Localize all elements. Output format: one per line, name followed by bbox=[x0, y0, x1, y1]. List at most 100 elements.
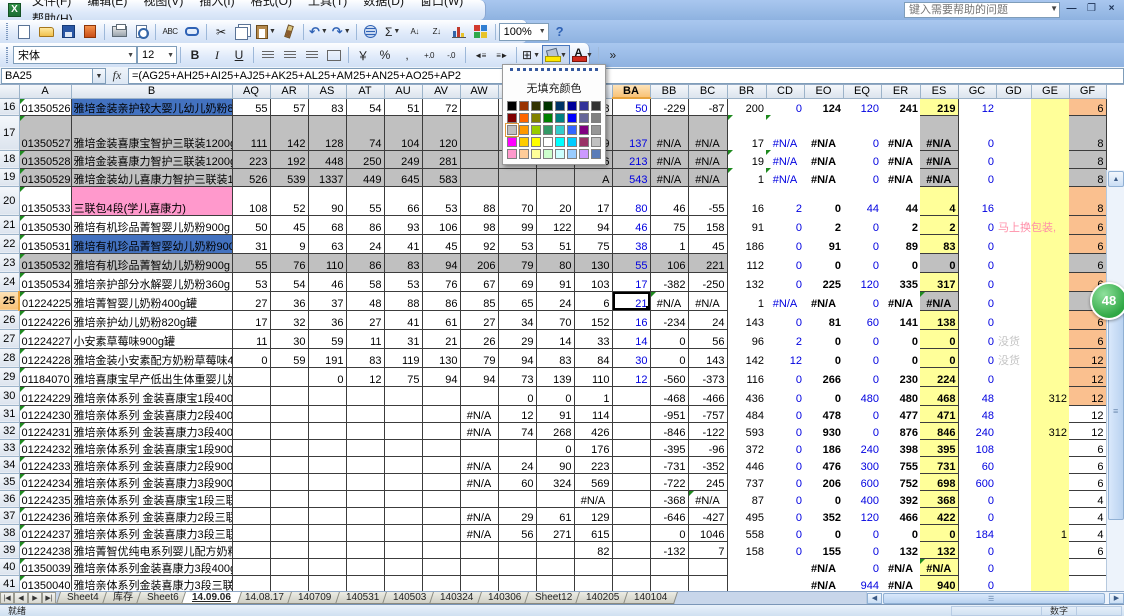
cell-GE24[interactable] bbox=[1031, 272, 1069, 291]
cell-AY35[interactable]: 324 bbox=[536, 473, 574, 490]
column-header-AW[interactable]: AW bbox=[460, 85, 498, 98]
cell-BR24[interactable]: 132 bbox=[727, 272, 766, 291]
cell-AQ36[interactable] bbox=[232, 490, 270, 507]
cell-ER34[interactable]: 755 bbox=[881, 456, 920, 473]
cell-AT35[interactable] bbox=[346, 473, 384, 490]
cell-BC26[interactable]: 24 bbox=[688, 310, 727, 329]
cell-BR26[interactable]: 143 bbox=[727, 310, 766, 329]
cell-GD16[interactable] bbox=[996, 98, 1031, 115]
decrease-indent-button[interactable]: ◄≡ bbox=[469, 45, 491, 65]
cell-CD23[interactable]: 0 bbox=[766, 253, 804, 272]
cell-EQ16[interactable]: 120 bbox=[843, 98, 881, 115]
cell-CD38[interactable]: 0 bbox=[766, 524, 804, 541]
cell-CD17[interactable]: #N/A bbox=[766, 115, 804, 150]
cell-EO33[interactable]: 186 bbox=[804, 439, 843, 456]
cell-A35[interactable]: 01224234 bbox=[19, 473, 71, 490]
font-combo[interactable]: 宋体▼ bbox=[13, 46, 137, 64]
cell-AT17[interactable]: 74 bbox=[346, 115, 384, 150]
cell-GF38[interactable]: 4 bbox=[1069, 524, 1106, 541]
cell-ER35[interactable]: 752 bbox=[881, 473, 920, 490]
cell-CD36[interactable]: 0 bbox=[766, 490, 804, 507]
cell-AT23[interactable]: 86 bbox=[346, 253, 384, 272]
cell-GF20[interactable]: 8 bbox=[1069, 186, 1106, 215]
cell-AX27[interactable]: 29 bbox=[498, 329, 536, 348]
cell-GF27[interactable]: 6 bbox=[1069, 329, 1106, 348]
cell-AZ21[interactable]: 94 bbox=[574, 215, 612, 234]
cell-BB19[interactable]: #N/A bbox=[650, 168, 688, 186]
cell-BC40[interactable] bbox=[688, 558, 727, 575]
cell-AR32[interactable] bbox=[270, 422, 308, 439]
cell-AW38[interactable]: #N/A bbox=[460, 524, 498, 541]
borders-button[interactable]: ⊞▼ bbox=[520, 45, 542, 65]
cell-EQ20[interactable]: 44 bbox=[843, 186, 881, 215]
cell-EQ29[interactable]: 0 bbox=[843, 367, 881, 386]
cell-GC17[interactable]: 0 bbox=[958, 115, 996, 150]
cell-AV41[interactable] bbox=[422, 575, 460, 591]
zoom-combo[interactable]: 100%▼ bbox=[499, 23, 549, 41]
palette-color-swatch[interactable] bbox=[579, 101, 589, 111]
row-header-37[interactable]: 37 bbox=[0, 507, 19, 524]
cell-GC38[interactable]: 184 bbox=[958, 524, 996, 541]
cell-AV29[interactable]: 94 bbox=[422, 367, 460, 386]
cell-AY40[interactable] bbox=[536, 558, 574, 575]
align-center-button[interactable] bbox=[279, 45, 301, 65]
cell-CD19[interactable]: #N/A bbox=[766, 168, 804, 186]
name-box-dropdown-icon[interactable]: ▼ bbox=[93, 68, 106, 84]
cell-BA32[interactable] bbox=[612, 422, 650, 439]
cell-ES35[interactable]: 698 bbox=[920, 473, 958, 490]
cell-EO27[interactable]: 0 bbox=[804, 329, 843, 348]
column-header-A[interactable]: A bbox=[19, 85, 71, 98]
cell-GD29[interactable] bbox=[996, 367, 1031, 386]
cell-BC27[interactable]: 56 bbox=[688, 329, 727, 348]
cell-CD24[interactable]: 0 bbox=[766, 272, 804, 291]
cell-AX24[interactable]: 69 bbox=[498, 272, 536, 291]
row-header-24[interactable]: 24 bbox=[0, 272, 19, 291]
restore-button[interactable]: ❐ bbox=[1083, 2, 1100, 17]
cell-B37[interactable]: 雅培亲体系列 金装喜康力2段三联 bbox=[71, 507, 232, 524]
cell-GD34[interactable] bbox=[996, 456, 1031, 473]
cell-AS33[interactable] bbox=[308, 439, 346, 456]
cell-EQ25[interactable]: 0 bbox=[843, 291, 881, 310]
cell-AV21[interactable]: 106 bbox=[422, 215, 460, 234]
cell-AZ39[interactable]: 82 bbox=[574, 541, 612, 558]
cell-BA26[interactable]: 16 bbox=[612, 310, 650, 329]
cell-GD40[interactable] bbox=[996, 558, 1031, 575]
cell-AX36[interactable] bbox=[498, 490, 536, 507]
cell-GF34[interactable]: 6 bbox=[1069, 456, 1106, 473]
sheet-tab-140709[interactable]: 140709 bbox=[287, 592, 342, 604]
cell-ER31[interactable]: 477 bbox=[881, 405, 920, 422]
cell-A23[interactable]: 01350532 bbox=[19, 253, 71, 272]
cell-ER29[interactable]: 230 bbox=[881, 367, 920, 386]
insert-function-icon[interactable]: fx bbox=[106, 68, 128, 83]
cell-A18[interactable]: 01350528 bbox=[19, 150, 71, 168]
cell-A21[interactable]: 01350530 bbox=[19, 215, 71, 234]
row-header-16[interactable]: 16 bbox=[0, 98, 19, 115]
toolbar-options-button[interactable]: » bbox=[602, 45, 624, 65]
cell-EQ38[interactable]: 0 bbox=[843, 524, 881, 541]
cell-GC26[interactable]: 0 bbox=[958, 310, 996, 329]
cell-AX19[interactable] bbox=[498, 168, 536, 186]
cell-AY39[interactable] bbox=[536, 541, 574, 558]
cell-A24[interactable]: 01350534 bbox=[19, 272, 71, 291]
cell-GE18[interactable] bbox=[1031, 150, 1069, 168]
palette-color-swatch[interactable] bbox=[555, 101, 565, 111]
cell-AT30[interactable] bbox=[346, 386, 384, 405]
cell-GF16[interactable]: 6 bbox=[1069, 98, 1106, 115]
sort-descending-button[interactable]: Z↓ bbox=[426, 22, 448, 42]
cell-CD30[interactable]: 0 bbox=[766, 386, 804, 405]
dropdown-tearoff-handle[interactable] bbox=[510, 68, 598, 75]
percent-button[interactable]: % bbox=[374, 45, 396, 65]
cell-BB22[interactable]: 1 bbox=[650, 234, 688, 253]
cell-AS18[interactable]: 448 bbox=[308, 150, 346, 168]
cell-EO40[interactable]: #N/A bbox=[804, 558, 843, 575]
cell-EO32[interactable]: 930 bbox=[804, 422, 843, 439]
cell-AS35[interactable] bbox=[308, 473, 346, 490]
cell-BC34[interactable]: -352 bbox=[688, 456, 727, 473]
increase-indent-button[interactable]: ≡► bbox=[491, 45, 513, 65]
palette-color-swatch[interactable] bbox=[543, 101, 553, 111]
cell-AZ30[interactable]: 1 bbox=[574, 386, 612, 405]
column-header-ES[interactable]: ES bbox=[920, 85, 958, 98]
cell-BB24[interactable]: -382 bbox=[650, 272, 688, 291]
cell-GD17[interactable] bbox=[996, 115, 1031, 150]
cell-B29[interactable]: 雅培喜康宝早产低出生体重婴儿奶粉 bbox=[71, 367, 232, 386]
